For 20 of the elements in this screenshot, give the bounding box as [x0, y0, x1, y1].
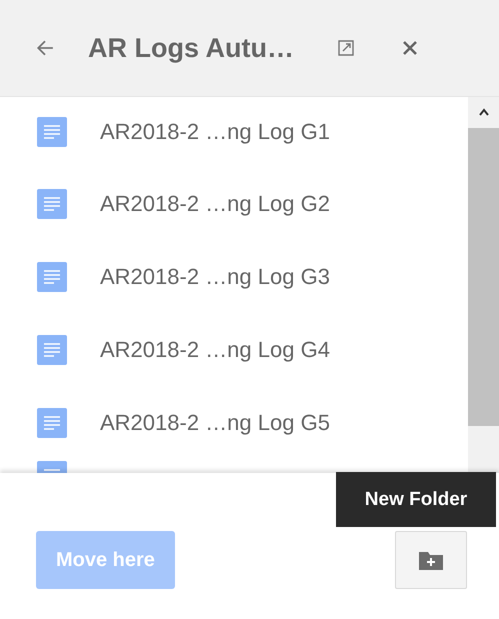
file-name[interactable]: AR2018-2 …ng Log G3: [100, 264, 330, 290]
tooltip: New Folder: [336, 472, 496, 527]
scrollbar[interactable]: [468, 97, 499, 473]
document-icon: [37, 334, 67, 364]
folder-plus-icon: [419, 550, 443, 570]
new-folder-button[interactable]: [395, 531, 467, 589]
file-name[interactable]: AR2018-2 …ng Log G1: [100, 119, 330, 145]
document-icon: [37, 117, 67, 147]
scroll-up-icon[interactable]: [478, 108, 488, 116]
file-name[interactable]: AR2018-2 …ng Log G2: [100, 190, 330, 216]
folder-title: AR Logs Autu…: [88, 32, 294, 64]
back-arrow-icon[interactable]: [36, 39, 54, 57]
document-icon: [37, 188, 67, 218]
scrollbar-thumb[interactable]: [468, 128, 499, 426]
open-in-new-icon[interactable]: [338, 40, 354, 56]
file-name[interactable]: AR2018-2 …ng Log G5: [100, 410, 330, 436]
document-icon: [37, 262, 67, 292]
document-icon: [37, 408, 67, 438]
close-icon[interactable]: [402, 40, 418, 56]
file-name[interactable]: AR2018-2 …ng Log G4: [100, 336, 330, 362]
